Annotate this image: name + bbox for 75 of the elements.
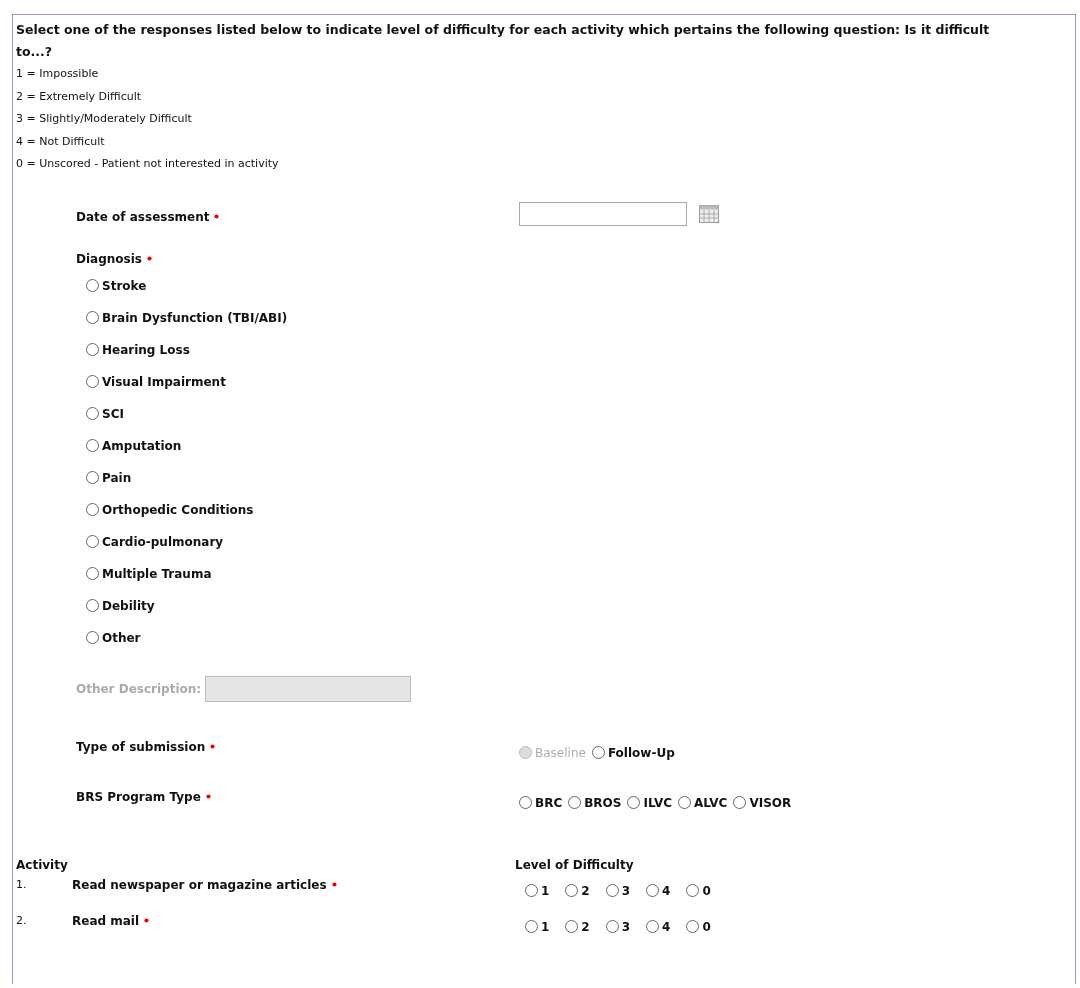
row-number: 2. [16,913,28,927]
radio-button[interactable] [686,884,700,897]
radio-label[interactable]: 4 [662,883,671,898]
calendar-icon[interactable] [699,204,719,223]
field-label: Other Description: [76,681,202,696]
radio-label[interactable]: Debility [102,598,155,613]
radio-button[interactable] [86,535,99,548]
radio-label[interactable]: SCI [102,406,124,421]
radio-button[interactable] [86,503,99,516]
column-heading: Activity [16,857,69,872]
scale-legend-text: 2 = Extremely Difficult [16,88,143,105]
radio-button[interactable] [86,439,99,452]
radio-button[interactable] [86,375,99,388]
radio-label[interactable]: 2 [581,919,590,934]
radio-label[interactable]: Amputation [102,438,182,453]
radio-button[interactable] [605,920,619,933]
radio-label[interactable]: BROS [584,795,622,810]
radio-button[interactable] [678,796,691,809]
radio-button[interactable] [86,631,99,644]
radio-label[interactable]: VISOR [749,795,792,810]
radio-label[interactable]: Other [102,630,141,645]
radio-label[interactable]: 4 [662,919,671,934]
radio-button[interactable] [519,796,532,809]
activity-label: Read newspaper or magazine articles [72,877,327,892]
field-label: BRS Program Type [76,789,201,804]
radio-button[interactable] [86,471,99,484]
radio-button[interactable] [565,920,579,933]
radio-label[interactable]: 1 [541,883,550,898]
radio-label[interactable]: Visual Impairment [102,374,226,389]
radio-label[interactable]: 1 [541,919,550,934]
column-heading: Level of Difficulty [515,857,634,872]
radio-button[interactable] [86,599,99,612]
activity-label: Read mail [72,913,140,928]
radio-button[interactable] [733,796,747,809]
scale-legend-text: 4 = Not Difficult [16,133,106,150]
radio-button[interactable] [646,884,660,897]
radio-label[interactable]: Stroke [102,278,147,293]
radio-label[interactable]: ALVC [694,795,728,810]
radio-label[interactable]: Follow-Up [607,745,675,760]
radio-button[interactable] [568,796,582,809]
radio-button[interactable] [86,407,99,420]
radio-button[interactable] [86,311,99,324]
field-label: Diagnosis [76,251,142,266]
radio-button[interactable] [591,746,605,759]
radio-button[interactable] [525,884,538,897]
radio-label[interactable]: Pain [102,470,132,485]
radio-button[interactable] [525,920,538,933]
scale-legend-text: 1 = Impossible [16,66,100,82]
date-input-field[interactable] [519,201,687,226]
radio-label[interactable]: Brain Dysfunction (TBI/ABI) [102,310,288,325]
radio-button[interactable] [86,279,99,292]
radio-label[interactable]: Multiple Trauma [102,566,212,581]
radio-button[interactable] [646,920,660,933]
radio-label[interactable]: 2 [581,883,590,898]
field-label: Type of submission [76,739,206,754]
radio-label[interactable]: Cardio-pulmonary [102,534,224,549]
radio-label[interactable]: BRC [535,795,563,810]
radio-label[interactable]: 3 [621,919,631,934]
radio-label[interactable]: 0 [702,883,711,898]
radio-button[interactable] [605,884,619,897]
radio-label[interactable]: ILVC [643,795,672,810]
instructions-text: Select one of the responses listed below to indicate level of difficulty for each activity which pertains the following question: Is it difficult to...? [16,21,991,61]
scale-legend-text: 3 = Slightly/Moderately Difficult [16,111,193,127]
radio-label[interactable]: Orthopedic Conditions [102,502,254,517]
radio-button[interactable] [565,884,579,897]
scale-legend-text: 0 = Unscored - Patient not interested in activity [16,156,280,172]
row-number: 1. [16,877,28,891]
radio-button[interactable] [86,567,99,580]
radio-label[interactable]: 0 [702,919,711,934]
radio-label[interactable]: 3 [621,883,631,898]
radio-button[interactable] [627,796,641,809]
radio-label[interactable]: Hearing Loss [102,342,190,357]
radio-button[interactable] [86,343,99,356]
field-label: Date of assessment [76,209,210,224]
radio-button[interactable] [686,920,700,933]
